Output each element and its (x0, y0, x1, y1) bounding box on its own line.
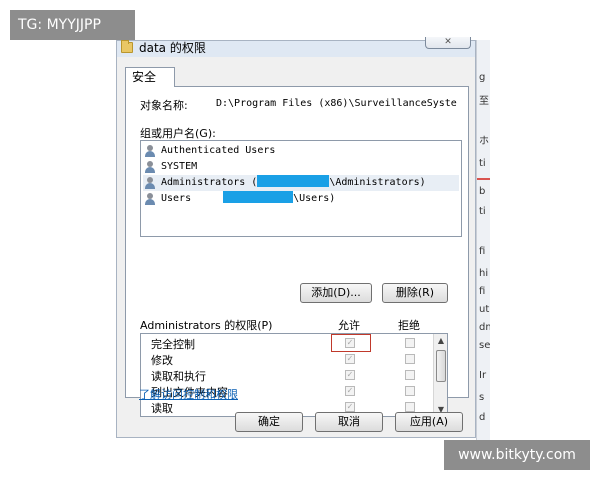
user-name: SYSTEM (161, 161, 198, 172)
user-name: Authenticated Users (161, 145, 276, 156)
allow-checkbox[interactable]: ✓ (345, 402, 355, 412)
object-name-label: 对象名称: (140, 99, 188, 112)
group-user-label: 组或用户名(G): (140, 127, 216, 140)
cancel-button[interactable]: 取消 (315, 412, 383, 432)
user-group-icon (145, 177, 159, 189)
scroll-up-arrow-icon[interactable]: ▲ (436, 336, 446, 345)
allow-checkbox[interactable]: ✓ (345, 354, 355, 364)
ok-button[interactable]: 确定 (235, 412, 303, 432)
tab-security[interactable]: 安全 (125, 67, 175, 87)
bg-red-line (477, 178, 490, 180)
user-group-icon (145, 145, 159, 157)
user-name-prefix: Users (161, 193, 198, 204)
bg-fragment: s (479, 392, 485, 403)
bg-fragment: se (479, 340, 490, 351)
list-item-system[interactable]: SYSTEM (143, 159, 459, 175)
bg-fragment: fi (479, 286, 486, 297)
bg-fragment: b (479, 186, 486, 197)
user-name-prefix: Administrators ( (161, 177, 258, 188)
allow-checkbox[interactable]: ✓ (345, 338, 355, 348)
learn-access-control-link[interactable]: 了解访问控制和权限 (139, 386, 238, 402)
allow-column-header: 允许 (338, 319, 360, 332)
deny-checkbox[interactable] (405, 338, 415, 348)
list-item-users[interactable]: Users \Users) (143, 191, 459, 207)
redaction-bar (223, 191, 294, 203)
title-bar[interactable]: data 的权限 ✕ (117, 37, 475, 57)
add-button[interactable]: 添加(D)... (300, 283, 372, 303)
list-item-authenticated-users[interactable]: Authenticated Users (143, 143, 459, 159)
allow-checkbox[interactable]: ✓ (345, 386, 355, 396)
redaction-bar (257, 175, 330, 187)
watermark-top-left: TG: MYYJJPP (10, 10, 135, 40)
group-user-list[interactable]: Authenticated Users SYSTEM Administrator… (140, 140, 462, 237)
close-button[interactable]: ✕ (425, 37, 471, 49)
permission-row-read-execute: 读取和执行 ✓ (141, 367, 433, 383)
bg-fragment: g (479, 72, 486, 83)
background-window: g 至 ホ ti b ti fi hi fi ut dm se Ir s d (476, 40, 490, 440)
permission-name: 完全控制 (151, 338, 195, 351)
permission-row-full-control: 完全控制 ✓ (141, 334, 433, 352)
deny-checkbox[interactable] (405, 354, 415, 364)
user-name-suffix: \Users) (293, 193, 336, 204)
permission-row-modify: 修改 ✓ (141, 351, 433, 367)
permission-name: 修改 (151, 354, 173, 367)
bg-fragment: d (479, 412, 486, 423)
remove-button[interactable]: 删除(R) (382, 283, 448, 303)
bg-fragment: ホ (479, 136, 489, 147)
window-title: data 的权限 (139, 41, 206, 55)
security-tab-panel: 对象名称: D:\Program Files (x86)\Surveillanc… (125, 86, 469, 417)
user-group-icon (145, 161, 159, 173)
permissions-table: 完全控制 ✓ 修改 ✓ 读取和执行 ✓ 列出文件夹内容 ✓ 读取 ✓ ▲ ▼ (140, 333, 448, 417)
bg-fragment: Ir (479, 370, 487, 381)
user-group-icon (145, 193, 159, 205)
allow-checkbox[interactable]: ✓ (345, 370, 355, 380)
permission-name: 读取 (151, 402, 173, 415)
folder-icon (121, 40, 133, 53)
bg-fragment: ti (479, 158, 486, 169)
bg-fragment: hi (479, 268, 489, 279)
permission-name: 读取和执行 (151, 370, 206, 383)
deny-checkbox[interactable] (405, 386, 415, 396)
object-name-value: D:\Program Files (x86)\SurveillanceSyste (216, 98, 457, 109)
bg-fragment: dm (479, 322, 490, 333)
user-name: Users \Users) (161, 191, 335, 207)
deny-column-header: 拒绝 (398, 319, 420, 332)
user-name-suffix: \Administrators) (329, 177, 426, 188)
deny-checkbox[interactable] (405, 370, 415, 380)
bg-fragment: ut (479, 304, 490, 315)
permissions-scrollbar[interactable]: ▲ ▼ (433, 334, 447, 416)
user-name: Administrators ( \Administrators) (161, 175, 426, 191)
watermark-bottom-right: www.bitkyty.com (444, 440, 590, 470)
permissions-dialog: data 的权限 ✕ 安全 对象名称: D:\Program Files (x8… (116, 37, 476, 438)
bg-fragment: ti (479, 206, 486, 217)
bg-fragment: 至 (479, 96, 489, 107)
deny-checkbox[interactable] (405, 402, 415, 412)
permissions-label: Administrators 的权限(P) (140, 319, 273, 332)
apply-button[interactable]: 应用(A) (395, 412, 463, 432)
bg-fragment: fi (479, 246, 486, 257)
list-item-administrators[interactable]: Administrators ( \Administrators) (143, 175, 459, 191)
scroll-thumb[interactable] (436, 350, 446, 382)
